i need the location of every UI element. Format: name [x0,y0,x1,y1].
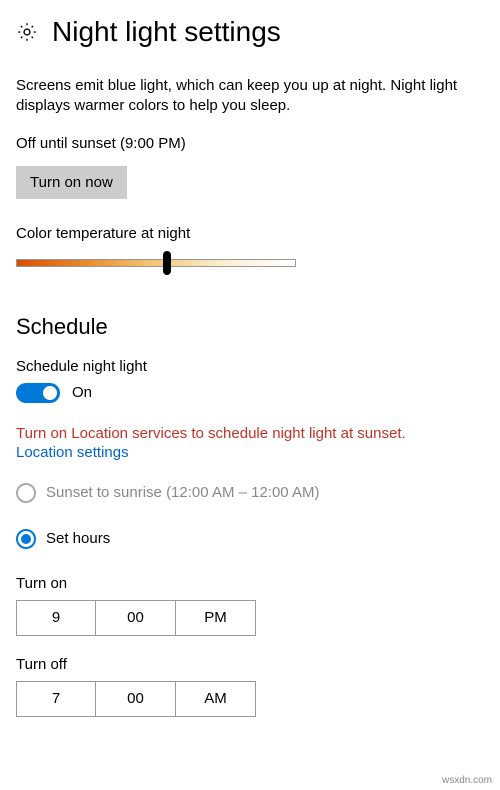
toggle-state-text: On [72,384,92,401]
schedule-toggle-label: Schedule night light [16,358,484,375]
description-text: Screens emit blue light, which can keep … [16,76,484,117]
schedule-heading: Schedule [16,314,484,340]
location-warning: Turn on Location services to schedule ni… [16,425,484,442]
radio-circle-icon [16,529,36,549]
radio-set-hours[interactable]: Set hours [16,529,484,549]
status-text: Off until sunset (9:00 PM) [16,135,484,152]
watermark-text: wsxdn.com [442,775,492,786]
page-header: Night light settings [16,16,484,48]
color-temp-label: Color temperature at night [16,225,484,242]
radio-hours-label: Set hours [46,530,110,547]
turn-off-time-picker[interactable]: 7 00 AM [16,681,484,717]
radio-sunset-label: Sunset to sunrise (12:00 AM – 12:00 AM) [46,484,320,501]
radio-dot-icon [21,534,31,544]
turn-on-hour[interactable]: 9 [16,600,96,636]
turn-off-minute[interactable]: 00 [96,681,176,717]
toggle-knob [43,386,57,400]
page-title: Night light settings [52,16,281,48]
schedule-toggle[interactable] [16,383,60,403]
turn-on-label: Turn on [16,575,484,592]
turn-off-hour[interactable]: 7 [16,681,96,717]
slider-track [16,259,296,267]
turn-on-minute[interactable]: 00 [96,600,176,636]
turn-off-period[interactable]: AM [176,681,256,717]
radio-circle-icon [16,483,36,503]
radio-sunset-sunrise[interactable]: Sunset to sunrise (12:00 AM – 12:00 AM) [16,483,484,503]
turn-off-label: Turn off [16,656,484,673]
turn-on-period[interactable]: PM [176,600,256,636]
slider-thumb[interactable] [163,251,171,275]
gear-icon [16,21,38,43]
turn-on-time-picker[interactable]: 9 00 PM [16,600,484,636]
color-temp-slider[interactable] [16,250,296,276]
location-settings-link[interactable]: Location settings [16,444,129,461]
turn-on-now-button[interactable]: Turn on now [16,166,127,199]
